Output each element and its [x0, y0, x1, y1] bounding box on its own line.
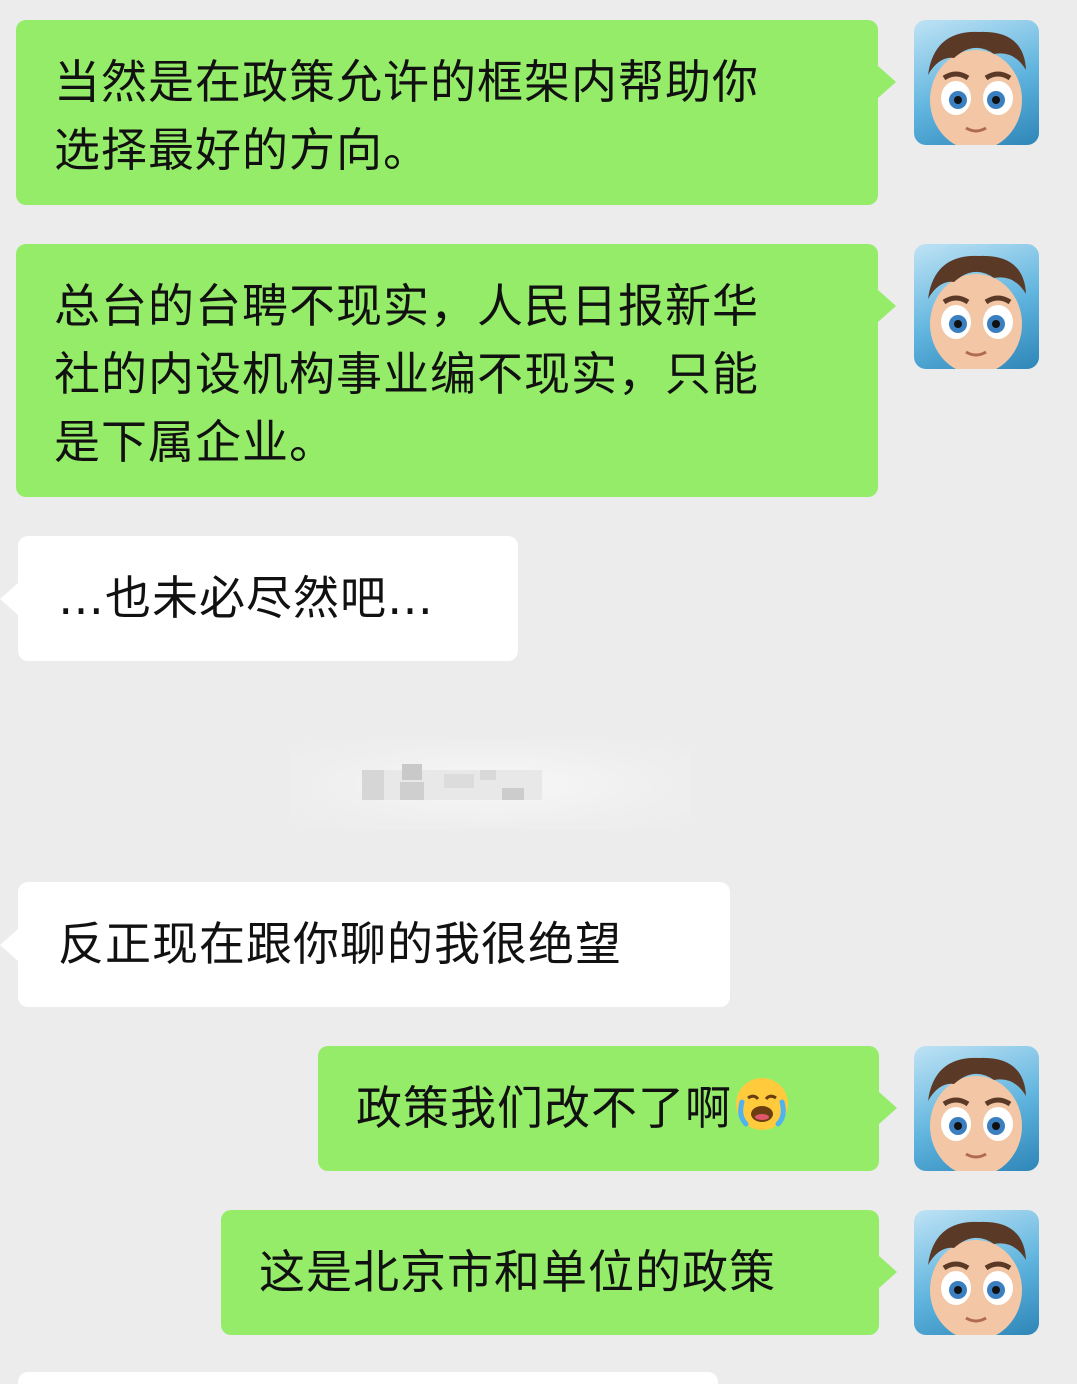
avatar[interactable]	[914, 20, 1039, 145]
message-bubble-partial	[18, 1372, 718, 1384]
cartoon-boy-avatar-icon	[928, 31, 1026, 145]
message-bubble-sent[interactable]: 政策我们改不了啊	[318, 1046, 879, 1171]
chat-area: 当然是在政策允许的框架内帮助你 选择最好的方向。 总台的台聘不现实，人民日报新华…	[0, 0, 1077, 1384]
message-text: 反正现在跟你聊的我很绝望	[58, 917, 622, 971]
message-bubble-sent[interactable]: 当然是在政策允许的框架内帮助你 选择最好的方向。	[16, 20, 878, 205]
avatar[interactable]	[914, 1046, 1039, 1171]
blurred-text	[362, 764, 542, 800]
message-bubble-sent[interactable]: 总台的台聘不现实，人民日报新华 社的内设机构事业编不现实，只能 是下属企业。	[16, 244, 878, 497]
message-bubble-received[interactable]: 反正现在跟你聊的我很绝望	[18, 882, 730, 1007]
message-bubble-received[interactable]: …也未必尽然吧…	[18, 536, 518, 661]
avatar[interactable]	[914, 244, 1039, 369]
message-text: 当然是在政策允许的框架内帮助你 选择最好的方向。	[54, 55, 759, 177]
cartoon-boy-avatar-icon	[928, 255, 1026, 369]
message-bubble-sent[interactable]: 这是北京市和单位的政策	[221, 1210, 879, 1335]
message-text: 政策我们改不了啊	[356, 1081, 732, 1135]
message-text: 总台的台聘不现实，人民日报新华 社的内设机构事业编不现实，只能 是下属企业。	[54, 279, 759, 469]
cartoon-boy-avatar-icon	[928, 1057, 1026, 1171]
message-text: …也未必尽然吧…	[58, 571, 434, 625]
message-text: 这是北京市和单位的政策	[259, 1245, 776, 1299]
loudly-crying-face-icon	[736, 1078, 788, 1130]
avatar[interactable]	[914, 1210, 1039, 1335]
cartoon-boy-avatar-icon	[928, 1221, 1026, 1335]
